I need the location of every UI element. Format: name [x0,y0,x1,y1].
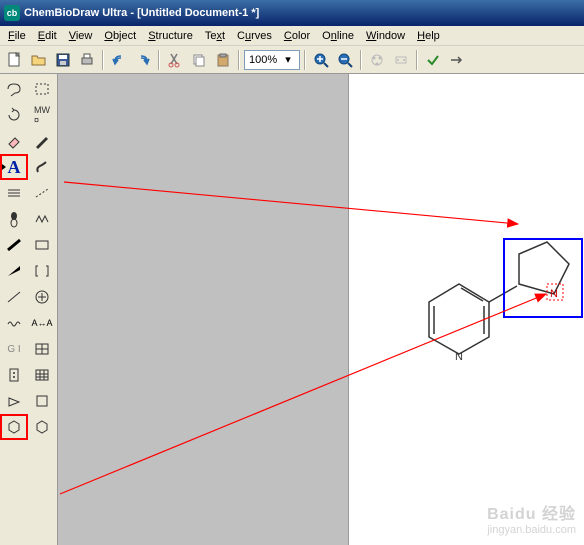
canvas-area: N N Baidu 经验 jingyan.baidu.com [58,74,584,545]
menu-curves[interactable]: Curves [231,28,278,44]
arrow-tool-button[interactable] [446,49,468,71]
wedge-tool[interactable] [0,258,28,284]
plus-tool[interactable] [28,284,56,310]
open-button[interactable] [28,49,50,71]
drawing-canvas[interactable]: N N Baidu 经验 jingyan.baidu.com [348,74,584,545]
bracket-tool[interactable] [28,258,56,284]
structure-tool[interactable]: MW¤ [28,102,56,128]
cut-button[interactable] [164,49,186,71]
multibond-tool[interactable] [0,180,28,206]
check-button[interactable] [422,49,444,71]
redo-button[interactable] [132,49,154,71]
grid-tool[interactable] [28,362,56,388]
zoom-value: 100% [249,54,277,66]
cyclohexane-tool[interactable] [0,414,28,440]
menu-color[interactable]: Color [278,28,316,44]
benzene-tool[interactable] [28,414,56,440]
zoom-in-button[interactable] [310,49,332,71]
bold-bond-tool[interactable] [0,232,28,258]
separator [360,50,362,70]
watermark: Baidu 经验 jingyan.baidu.com [487,505,576,537]
wavy-bond-tool[interactable] [0,310,28,336]
menu-online[interactable]: Online [316,28,360,44]
separator [304,50,306,70]
menu-file[interactable]: FFileile [2,28,32,44]
text-tool[interactable]: A [0,154,28,180]
menu-structure[interactable]: Structure [142,28,199,44]
menu-object[interactable]: Object [98,28,142,44]
chem-tool-2[interactable] [390,49,412,71]
app-icon: cb [4,5,20,21]
save-button[interactable] [52,49,74,71]
triangle-tool[interactable] [0,388,28,414]
chain-tool[interactable] [28,206,56,232]
chem-tool-1[interactable] [366,49,388,71]
zoom-combo[interactable]: 100% ▾ [244,50,300,70]
dashed-bond-tool[interactable] [28,180,56,206]
menu-edit[interactable]: Edit [32,28,63,44]
separator [416,50,418,70]
titlebar: cb ChemBioDraw Ultra - [Untitled Documen… [0,0,584,26]
frame-tool[interactable] [28,232,56,258]
menu-view[interactable]: View [63,28,99,44]
chevron-down-icon[interactable]: ▾ [281,53,295,66]
eraser-tool[interactable] [0,128,28,154]
menu-text[interactable]: Text [199,28,231,44]
menu-help[interactable]: Help [411,28,446,44]
tool-palette: MW¤ A A↔A [0,74,58,545]
separator [238,50,240,70]
copy-button[interactable] [188,49,210,71]
pen-tool[interactable] [28,128,56,154]
generic-tool[interactable]: G I [0,336,28,362]
zoom-out-button[interactable] [334,49,356,71]
single-bond-tool[interactable] [0,284,28,310]
paste-button[interactable] [212,49,234,71]
brush-tool[interactable] [28,154,56,180]
undo-button[interactable] [108,49,130,71]
menubar: FFileile Edit View Object Structure Text… [0,26,584,46]
square-tool[interactable] [28,388,56,414]
inactive-panel [58,74,348,545]
workspace: MW¤ A A↔A [0,74,584,545]
pyrrolidine-n-label: N [550,288,558,300]
table-tool[interactable] [28,336,56,362]
tlc-tool[interactable] [0,362,28,388]
pyridine-n-label: N [455,351,463,363]
new-button[interactable] [4,49,26,71]
separator [158,50,160,70]
lasso-tool[interactable] [0,76,28,102]
print-button[interactable] [76,49,98,71]
rotate-tool[interactable] [0,102,28,128]
separator [102,50,104,70]
marquee-tool[interactable] [28,76,56,102]
orbital-tool[interactable] [0,206,28,232]
menu-window[interactable]: Window [360,28,411,44]
atom-map-tool[interactable]: A↔A [28,310,56,336]
main-toolbar: 100% ▾ [0,46,584,74]
window-title: ChemBioDraw Ultra - [Untitled Document-1… [24,7,259,19]
